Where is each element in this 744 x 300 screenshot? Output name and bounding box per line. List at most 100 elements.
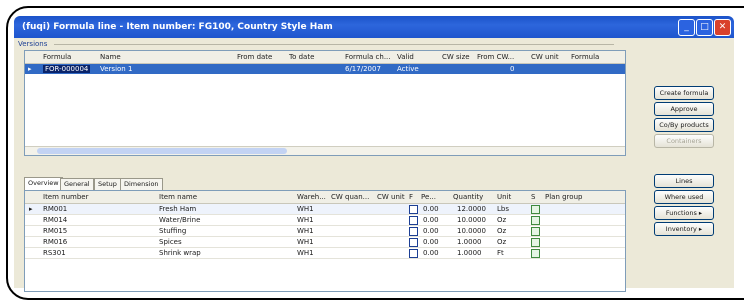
table-row[interactable]: RS301 Shrink wrap WH1 0.00 1.0000 Ft bbox=[25, 248, 625, 259]
containers-button[interactable]: Containers bbox=[654, 134, 714, 148]
horizontal-scrollbar[interactable] bbox=[25, 146, 625, 155]
table-row[interactable]: ▸ FOR-000004 Version 1 6/17/2007 Active … bbox=[25, 64, 625, 74]
maximize-icon[interactable]: □ bbox=[696, 19, 713, 36]
line-warehouse[interactable]: WH1 bbox=[297, 227, 314, 235]
col-header[interactable]: Name bbox=[100, 53, 121, 61]
line-checkbox[interactable] bbox=[409, 227, 418, 236]
table-row[interactable]: ▸ RM001 Fresh Ham WH1 0.00 12.0000 Lbs bbox=[25, 204, 625, 215]
line-unit[interactable]: Oz bbox=[497, 238, 506, 246]
col-header[interactable]: From date bbox=[237, 53, 272, 61]
col-header[interactable]: CW size bbox=[442, 53, 470, 61]
lines-button[interactable]: Lines bbox=[654, 174, 714, 188]
minimize-icon[interactable]: _ bbox=[678, 19, 695, 36]
col-header[interactable]: Plan group bbox=[545, 193, 582, 201]
title-bar: (fuqi) Formula line - Item number: FG100… bbox=[14, 16, 734, 38]
line-item-name[interactable]: Fresh Ham bbox=[159, 205, 196, 213]
table-row[interactable]: RM016 Spices WH1 0.00 1.0000 Oz bbox=[25, 237, 625, 248]
line-item-number[interactable]: RM014 bbox=[43, 216, 67, 224]
col-header[interactable]: Item name bbox=[159, 193, 197, 201]
col-header[interactable]: To date bbox=[289, 53, 314, 61]
line-item-number[interactable]: RM016 bbox=[43, 238, 67, 246]
inventory-menu-button[interactable]: Inventory ▸ bbox=[654, 222, 714, 236]
line-percent[interactable]: 0.00 bbox=[423, 227, 439, 235]
line-unit[interactable]: Oz bbox=[497, 216, 506, 224]
line-quantity[interactable]: 12.0000 bbox=[457, 205, 486, 213]
co-by-products-button[interactable]: Co/By products bbox=[654, 118, 714, 132]
version-formula-ch[interactable]: 6/17/2007 bbox=[345, 65, 381, 73]
where-used-button[interactable]: Where used bbox=[654, 190, 714, 204]
line-status-checkbox[interactable] bbox=[531, 216, 540, 225]
line-percent[interactable]: 0.00 bbox=[423, 205, 439, 213]
versions-grid[interactable]: Formula Name From date To date Formula c… bbox=[24, 50, 626, 156]
versions-grid-header: Formula Name From date To date Formula c… bbox=[25, 51, 625, 64]
line-warehouse[interactable]: WH1 bbox=[297, 238, 314, 246]
line-status-checkbox[interactable] bbox=[531, 249, 540, 258]
version-formula[interactable]: FOR-000004 bbox=[43, 65, 91, 73]
line-quantity[interactable]: 1.0000 bbox=[457, 238, 482, 246]
line-item-number[interactable]: RM001 bbox=[43, 205, 67, 213]
line-status-checkbox[interactable] bbox=[531, 238, 540, 247]
col-header[interactable]: F bbox=[409, 193, 413, 201]
row-pointer-icon: ▸ bbox=[28, 65, 32, 73]
line-unit[interactable]: Oz bbox=[497, 227, 506, 235]
tab-setup[interactable]: Setup bbox=[94, 178, 121, 190]
line-item-name[interactable]: Shrink wrap bbox=[159, 249, 201, 257]
table-row[interactable]: RM015 Stuffing WH1 0.00 10.0000 Oz bbox=[25, 226, 625, 237]
line-item-number[interactable]: RS301 bbox=[43, 249, 66, 257]
form-client-area: Versions Formula Name From date To date … bbox=[14, 38, 734, 292]
functions-menu-button[interactable]: Functions ▸ bbox=[654, 206, 714, 220]
line-checkbox[interactable] bbox=[409, 216, 418, 225]
line-percent[interactable]: 0.00 bbox=[423, 238, 439, 246]
line-checkbox[interactable] bbox=[409, 238, 418, 247]
close-icon[interactable]: ✕ bbox=[714, 19, 731, 36]
lines-grid-header: Item number Item name Wareh... CW quan..… bbox=[25, 191, 625, 204]
tab-overview[interactable]: Overview bbox=[24, 177, 63, 190]
tab-dimension[interactable]: Dimension bbox=[120, 178, 163, 190]
versions-group-label: Versions bbox=[18, 40, 623, 48]
create-formula-button[interactable]: Create formula bbox=[654, 86, 714, 100]
line-quantity[interactable]: 1.0000 bbox=[457, 249, 482, 257]
col-header[interactable]: Quantity bbox=[453, 193, 483, 201]
col-header[interactable]: Formula bbox=[43, 53, 71, 61]
table-row[interactable]: RM014 Water/Brine WH1 0.00 10.0000 Oz bbox=[25, 215, 625, 226]
col-header[interactable]: Formula bbox=[571, 53, 599, 61]
line-warehouse[interactable]: WH1 bbox=[297, 249, 314, 257]
col-header[interactable]: Wareh... bbox=[297, 193, 326, 201]
window-title: (fuqi) Formula line - Item number: FG100… bbox=[22, 22, 333, 32]
line-percent[interactable]: 0.00 bbox=[423, 216, 439, 224]
screenshot-frame: (fuqi) Formula line - Item number: FG100… bbox=[6, 6, 744, 300]
line-status-checkbox[interactable] bbox=[531, 205, 540, 214]
line-item-number[interactable]: RM015 bbox=[43, 227, 67, 235]
col-header[interactable]: Pe... bbox=[421, 193, 436, 201]
col-header[interactable]: Formula ch... bbox=[345, 53, 391, 61]
line-quantity[interactable]: 10.0000 bbox=[457, 227, 486, 235]
line-unit[interactable]: Lbs bbox=[497, 205, 509, 213]
line-checkbox[interactable] bbox=[409, 249, 418, 258]
scrollbar-thumb[interactable] bbox=[37, 148, 287, 154]
tab-general[interactable]: General bbox=[60, 178, 94, 190]
line-warehouse[interactable]: WH1 bbox=[297, 205, 314, 213]
line-item-name[interactable]: Stuffing bbox=[159, 227, 186, 235]
version-valid[interactable]: Active bbox=[397, 65, 419, 73]
col-header[interactable]: CW unit bbox=[531, 53, 559, 61]
line-warehouse[interactable]: WH1 bbox=[297, 216, 314, 224]
line-status-checkbox[interactable] bbox=[531, 227, 540, 236]
col-header[interactable]: Item number bbox=[43, 193, 88, 201]
col-header[interactable]: CW unit bbox=[377, 193, 405, 201]
line-percent[interactable]: 0.00 bbox=[423, 249, 439, 257]
col-header[interactable]: CW quan... bbox=[331, 193, 369, 201]
row-pointer-icon: ▸ bbox=[29, 205, 33, 213]
line-unit[interactable]: Ft bbox=[497, 249, 504, 257]
version-from-cw[interactable]: 0 bbox=[510, 65, 514, 73]
approve-button[interactable]: Approve bbox=[654, 102, 714, 116]
col-header[interactable]: From CW... bbox=[477, 53, 514, 61]
col-header[interactable]: S bbox=[531, 193, 535, 201]
col-header[interactable]: Valid bbox=[397, 53, 414, 61]
line-item-name[interactable]: Water/Brine bbox=[159, 216, 200, 224]
line-checkbox[interactable] bbox=[409, 205, 418, 214]
version-name[interactable]: Version 1 bbox=[100, 65, 132, 73]
col-header[interactable]: Unit bbox=[497, 193, 511, 201]
line-quantity[interactable]: 10.0000 bbox=[457, 216, 486, 224]
formula-lines-grid[interactable]: Item number Item name Wareh... CW quan..… bbox=[24, 190, 626, 292]
line-item-name[interactable]: Spices bbox=[159, 238, 182, 246]
